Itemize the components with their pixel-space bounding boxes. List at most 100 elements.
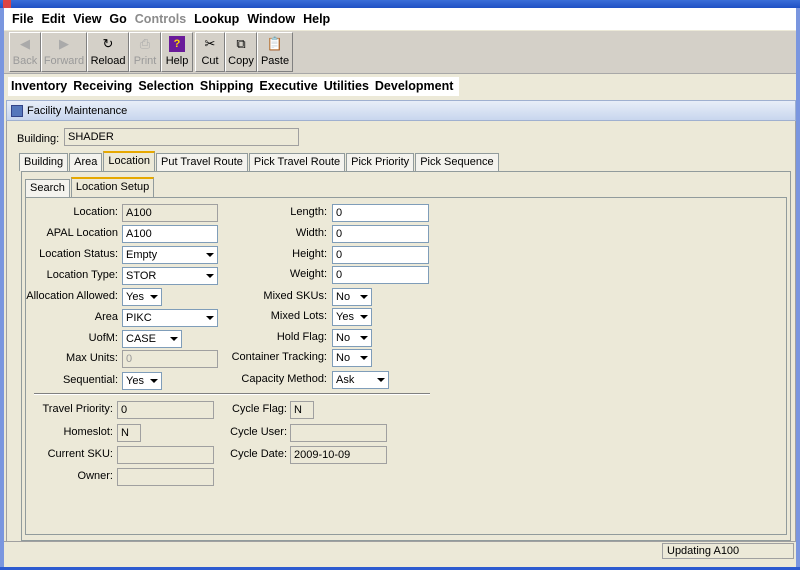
container-tracking-value: No <box>336 352 351 364</box>
owner-field <box>117 468 214 486</box>
back-label: Back <box>12 55 38 67</box>
print-label: Print <box>133 55 157 67</box>
module-inventory[interactable]: Inventory <box>8 79 70 93</box>
uofm-value: CASE <box>126 333 156 345</box>
location-type-value: STOR <box>126 270 157 282</box>
max-units-label: Max Units: <box>66 352 118 364</box>
cycle-date-label: Cycle Date: <box>230 448 287 460</box>
bottom-strip <box>4 560 796 567</box>
menu-go[interactable]: Go <box>105 12 130 26</box>
apal-location-input[interactable]: A100 <box>122 225 218 243</box>
paste-label: Paste <box>260 55 290 67</box>
tab-pick-priority[interactable]: Pick Priority <box>346 153 415 171</box>
module-development[interactable]: Development <box>372 79 457 93</box>
height-input[interactable]: 0 <box>332 246 429 264</box>
mixed-skus-select[interactable]: No <box>332 288 372 306</box>
forward-label: Forward <box>43 55 85 67</box>
paste-button[interactable]: 📋 Paste <box>257 32 293 72</box>
module-executive[interactable]: Executive <box>256 79 320 93</box>
cycle-user-field <box>290 424 387 442</box>
tab-search[interactable]: Search <box>25 179 70 197</box>
back-button[interactable]: ◀ Back <box>9 32 41 72</box>
help-button[interactable]: ? Help <box>161 32 193 72</box>
location-type-select[interactable]: STOR <box>122 267 218 285</box>
menu-edit[interactable]: Edit <box>38 12 70 26</box>
tab-location-setup[interactable]: Location Setup <box>70 177 155 197</box>
module-utilities[interactable]: Utilities <box>321 79 372 93</box>
capacity-method-value: Ask <box>336 374 355 386</box>
cycle-flag-field: N <box>290 401 314 419</box>
cycle-flag-label: Cycle Flag: <box>231 403 287 415</box>
length-input[interactable]: 0 <box>332 204 429 222</box>
current-sku-field <box>117 446 214 464</box>
module-receiving[interactable]: Receiving <box>70 79 135 93</box>
owner-label: Owner: <box>77 470 113 482</box>
separator <box>34 393 430 395</box>
mixed-skus-label: Mixed SKUs: <box>263 290 327 302</box>
tab-put-travel-route[interactable]: Put Travel Route <box>155 153 248 171</box>
uofm-select[interactable]: CASE <box>122 330 182 348</box>
travel-priority-label: Travel Priority: <box>42 403 114 415</box>
cycle-user-label: Cycle User: <box>230 426 287 438</box>
forward-button[interactable]: ▶ Forward <box>41 32 87 72</box>
menu-window[interactable]: Window <box>243 12 299 26</box>
hold-flag-value: No <box>336 332 351 344</box>
area-label: Area <box>94 311 118 323</box>
internal-frame-title[interactable]: Facility Maintenance <box>6 100 796 121</box>
hold-flag-select[interactable]: No <box>332 329 372 347</box>
allocation-allowed-value: Yes <box>126 291 144 303</box>
building-field: SHADER <box>64 128 299 146</box>
apal-location-label: APAL Location <box>46 227 118 239</box>
status-bar: Updating A100 <box>4 541 796 560</box>
building-label: Building: <box>17 133 60 145</box>
reload-button[interactable]: ↻ Reload <box>87 32 129 72</box>
area-select[interactable]: PIKC <box>122 309 218 327</box>
chevron-down-icon <box>360 295 368 299</box>
travel-priority-field: 0 <box>117 401 214 419</box>
menu-controls[interactable]: Controls <box>131 12 190 26</box>
allocation-allowed-select[interactable]: Yes <box>122 288 162 306</box>
copy-button[interactable]: ⧉ Copy <box>225 32 257 72</box>
location-field: A100 <box>122 204 218 222</box>
chevron-down-icon <box>206 253 214 257</box>
menu-file[interactable]: File <box>8 12 38 26</box>
location-status-label: Location Status: <box>39 248 118 260</box>
cycle-date-field: 2009-10-09 <box>290 446 387 464</box>
chevron-down-icon <box>360 356 368 360</box>
window-titlebar <box>0 0 800 8</box>
chevron-down-icon <box>150 379 158 383</box>
help-label: Help <box>165 55 189 67</box>
mixed-lots-select[interactable]: Yes <box>332 308 372 326</box>
sequential-select[interactable]: Yes <box>122 372 162 390</box>
area-value: PIKC <box>126 312 152 324</box>
module-shipping[interactable]: Shipping <box>197 79 256 93</box>
menu-view[interactable]: View <box>69 12 105 26</box>
menu-bar: File Edit View Go Controls Lookup Window… <box>4 8 796 30</box>
capacity-method-label: Capacity Method: <box>241 373 327 385</box>
location-status-select[interactable]: Empty <box>122 246 218 264</box>
print-button[interactable]: ⎙ Print <box>129 32 161 72</box>
cut-label: Cut <box>201 55 219 67</box>
capacity-method-select[interactable]: Ask <box>332 371 389 389</box>
tab-pick-sequence[interactable]: Pick Sequence <box>415 153 499 171</box>
tab-location[interactable]: Location <box>103 151 155 171</box>
uofm-label: UofM: <box>88 332 118 344</box>
container-tracking-select[interactable]: No <box>332 349 372 367</box>
chevron-down-icon <box>206 274 214 278</box>
tab-pick-travel-route[interactable]: Pick Travel Route <box>248 153 346 171</box>
menu-help[interactable]: Help <box>299 12 334 26</box>
tab-building[interactable]: Building <box>19 153 69 171</box>
weight-input[interactable]: 0 <box>332 266 429 284</box>
facility-maintenance-panel: Building: SHADER Building Area Location … <box>6 121 796 541</box>
tab-area[interactable]: Area <box>69 153 103 171</box>
window-frame-right <box>796 8 800 570</box>
current-sku-label: Current SKU: <box>47 448 113 460</box>
module-selection[interactable]: Selection <box>135 79 197 93</box>
scissors-icon: ✂ <box>204 36 216 51</box>
copy-icon: ⧉ <box>236 36 246 51</box>
arrow-left-icon: ◀ <box>20 36 30 51</box>
menu-lookup[interactable]: Lookup <box>190 12 243 26</box>
weight-label: Weight: <box>289 268 327 280</box>
cut-button[interactable]: ✂ Cut <box>195 32 225 72</box>
width-input[interactable]: 0 <box>332 225 429 243</box>
